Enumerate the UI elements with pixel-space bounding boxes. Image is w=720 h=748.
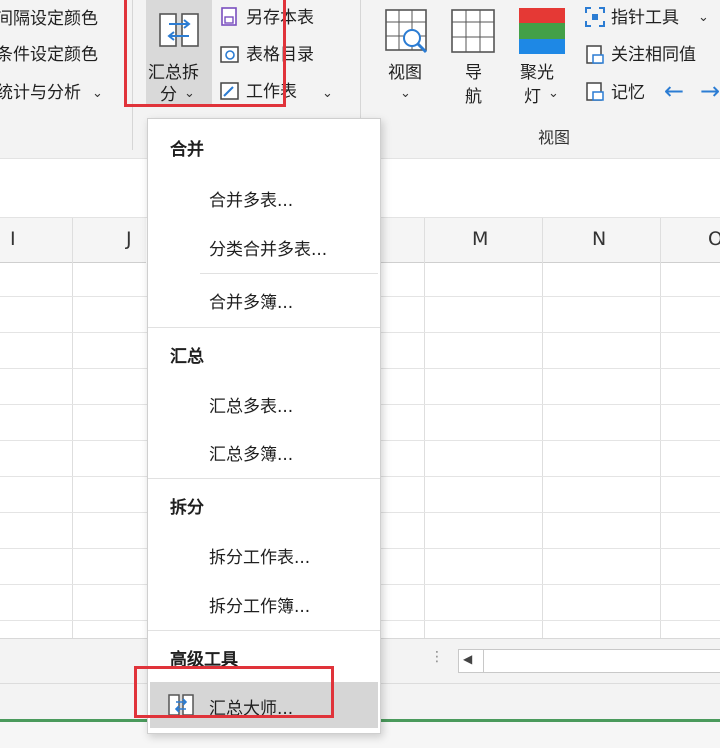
summary-split-button[interactable]: 汇总拆 分 ⌄: [146, 0, 212, 105]
menu-item-merge-workbooks[interactable]: 合并多簿...: [148, 276, 380, 322]
same-value-item[interactable]: 关注相同值: [611, 44, 696, 66]
view-group-label: 视图: [538, 128, 571, 147]
spotlight-label-2[interactable]: 灯: [524, 86, 541, 108]
horizontal-scrollbar[interactable]: ◀: [458, 649, 720, 673]
stats-analysis-item[interactable]: 统计与分析: [0, 82, 81, 104]
chevron-down-icon: ⌄: [184, 86, 195, 101]
summary-split-icon: [159, 13, 199, 47]
summary-master-icon: [168, 694, 194, 716]
column-header-i[interactable]: I: [10, 228, 16, 250]
column-header-strip-left: [0, 218, 146, 263]
view-button-label[interactable]: 视图: [388, 62, 422, 84]
table-index-icon: [220, 46, 239, 63]
menu-separator: [200, 273, 378, 274]
menu-separator: [148, 327, 380, 328]
spotlight-label-1[interactable]: 聚光: [520, 62, 554, 84]
spotlight-icon: [519, 8, 565, 54]
section-header-advanced: 高级工具: [170, 650, 238, 670]
column-header-strip-right: [380, 218, 720, 263]
view-grid-search-icon: [385, 9, 428, 54]
navigation-grid-icon: [451, 9, 495, 53]
column-header-o[interactable]: O: [708, 228, 720, 250]
menu-separator: [148, 630, 380, 631]
summary-split-label-1: 汇总拆: [148, 63, 199, 83]
memory-icon: [586, 82, 604, 101]
menu-item-summarize-sheets[interactable]: 汇总多表...: [148, 380, 380, 426]
group-divider: [132, 0, 133, 150]
column-header-n[interactable]: N: [592, 228, 606, 250]
section-header-merge: 合并: [170, 140, 204, 160]
navigation-label-1[interactable]: 导: [465, 62, 482, 84]
menu-item-category-merge[interactable]: 分类合并多表...: [148, 223, 380, 269]
scroll-left-icon[interactable]: ◀: [463, 652, 472, 666]
menu-item-merge-sheets[interactable]: 合并多表...: [148, 174, 380, 220]
column-header-m[interactable]: M: [472, 228, 488, 250]
interval-color-item[interactable]: 间隔设定颜色: [0, 8, 98, 30]
menu-item-summary-master[interactable]: 汇总大师...: [150, 682, 378, 728]
worksheet-icon: [220, 82, 239, 100]
back-arrow-icon[interactable]: ←: [664, 79, 684, 103]
conditional-color-item[interactable]: 条件设定颜色: [0, 44, 98, 66]
memory-item[interactable]: 记忆: [611, 82, 645, 104]
chevron-down-icon: ⌄: [322, 86, 333, 101]
save-copy-icon: [221, 7, 237, 26]
forward-arrow-icon[interactable]: →: [700, 79, 720, 103]
summary-split-label-2: 分: [160, 85, 177, 105]
chevron-down-icon: ⌄: [92, 86, 103, 101]
section-header-summary: 汇总: [170, 347, 204, 367]
chevron-down-icon: ⌄: [698, 10, 709, 25]
menu-item-summarize-workbooks[interactable]: 汇总多簿...: [148, 428, 380, 474]
navigation-label-2[interactable]: 航: [465, 86, 482, 108]
same-value-icon: [586, 45, 604, 64]
worksheet-item[interactable]: 工作表: [246, 81, 297, 103]
chevron-down-icon: ⌄: [548, 86, 559, 101]
save-copy-item[interactable]: 另存本表: [246, 7, 314, 29]
pointer-tool-icon: [585, 7, 605, 27]
column-header-j[interactable]: J: [126, 228, 132, 250]
section-header-split: 拆分: [170, 498, 204, 518]
splitter-dots-icon[interactable]: ⋮: [430, 649, 444, 665]
menu-item-split-workbook[interactable]: 拆分工作簿...: [148, 580, 380, 626]
pointer-tool-item[interactable]: 指针工具: [611, 7, 679, 29]
chevron-down-icon: ⌄: [400, 86, 411, 101]
menu-separator: [148, 478, 380, 479]
table-index-item[interactable]: 表格目录: [246, 44, 314, 66]
summary-split-dropdown: 合并 合并多表... 分类合并多表... 合并多簿... 汇总 汇总多表... …: [147, 118, 381, 734]
menu-item-split-sheet[interactable]: 拆分工作表...: [148, 531, 380, 577]
